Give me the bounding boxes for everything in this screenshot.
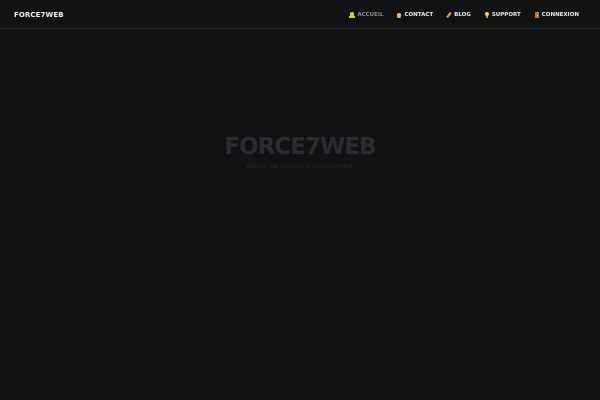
bell-icon xyxy=(349,12,356,18)
nav-item-support[interactable]: SUPPORT xyxy=(484,9,521,21)
hero-subtitle: Éditeur de logiciels d'encaissement xyxy=(246,163,354,170)
nav-item-connexion[interactable]: CONNEXION xyxy=(534,9,579,21)
nav-item-contact[interactable]: CONTACT xyxy=(396,9,433,21)
pencil-icon xyxy=(446,12,452,18)
door-icon xyxy=(534,12,540,18)
nav-item-label: CONNEXION xyxy=(541,12,579,18)
nav-item-label: ACCUEIL xyxy=(357,12,384,18)
nav-item-label: CONTACT xyxy=(404,12,434,18)
top-navigation-bar: FORCE7WEB ACCUEIL CONTACT BLOG SUPPORT C… xyxy=(0,0,600,29)
hand-icon xyxy=(396,12,402,18)
hero-section: FORCE7WEB Éditeur de logiciels d'encaiss… xyxy=(0,132,600,171)
bulb-icon xyxy=(484,12,490,18)
nav-item-label: BLOG xyxy=(454,12,471,18)
hero-title: FORCE7WEB xyxy=(224,134,376,160)
brand-logo-link[interactable]: FORCE7WEB xyxy=(14,9,64,21)
main-nav: ACCUEIL CONTACT BLOG SUPPORT CONNEXION xyxy=(336,9,579,21)
nav-item-accueil[interactable]: ACCUEIL xyxy=(349,9,383,21)
nav-item-blog[interactable]: BLOG xyxy=(446,9,471,21)
nav-item-label: SUPPORT xyxy=(491,12,521,18)
